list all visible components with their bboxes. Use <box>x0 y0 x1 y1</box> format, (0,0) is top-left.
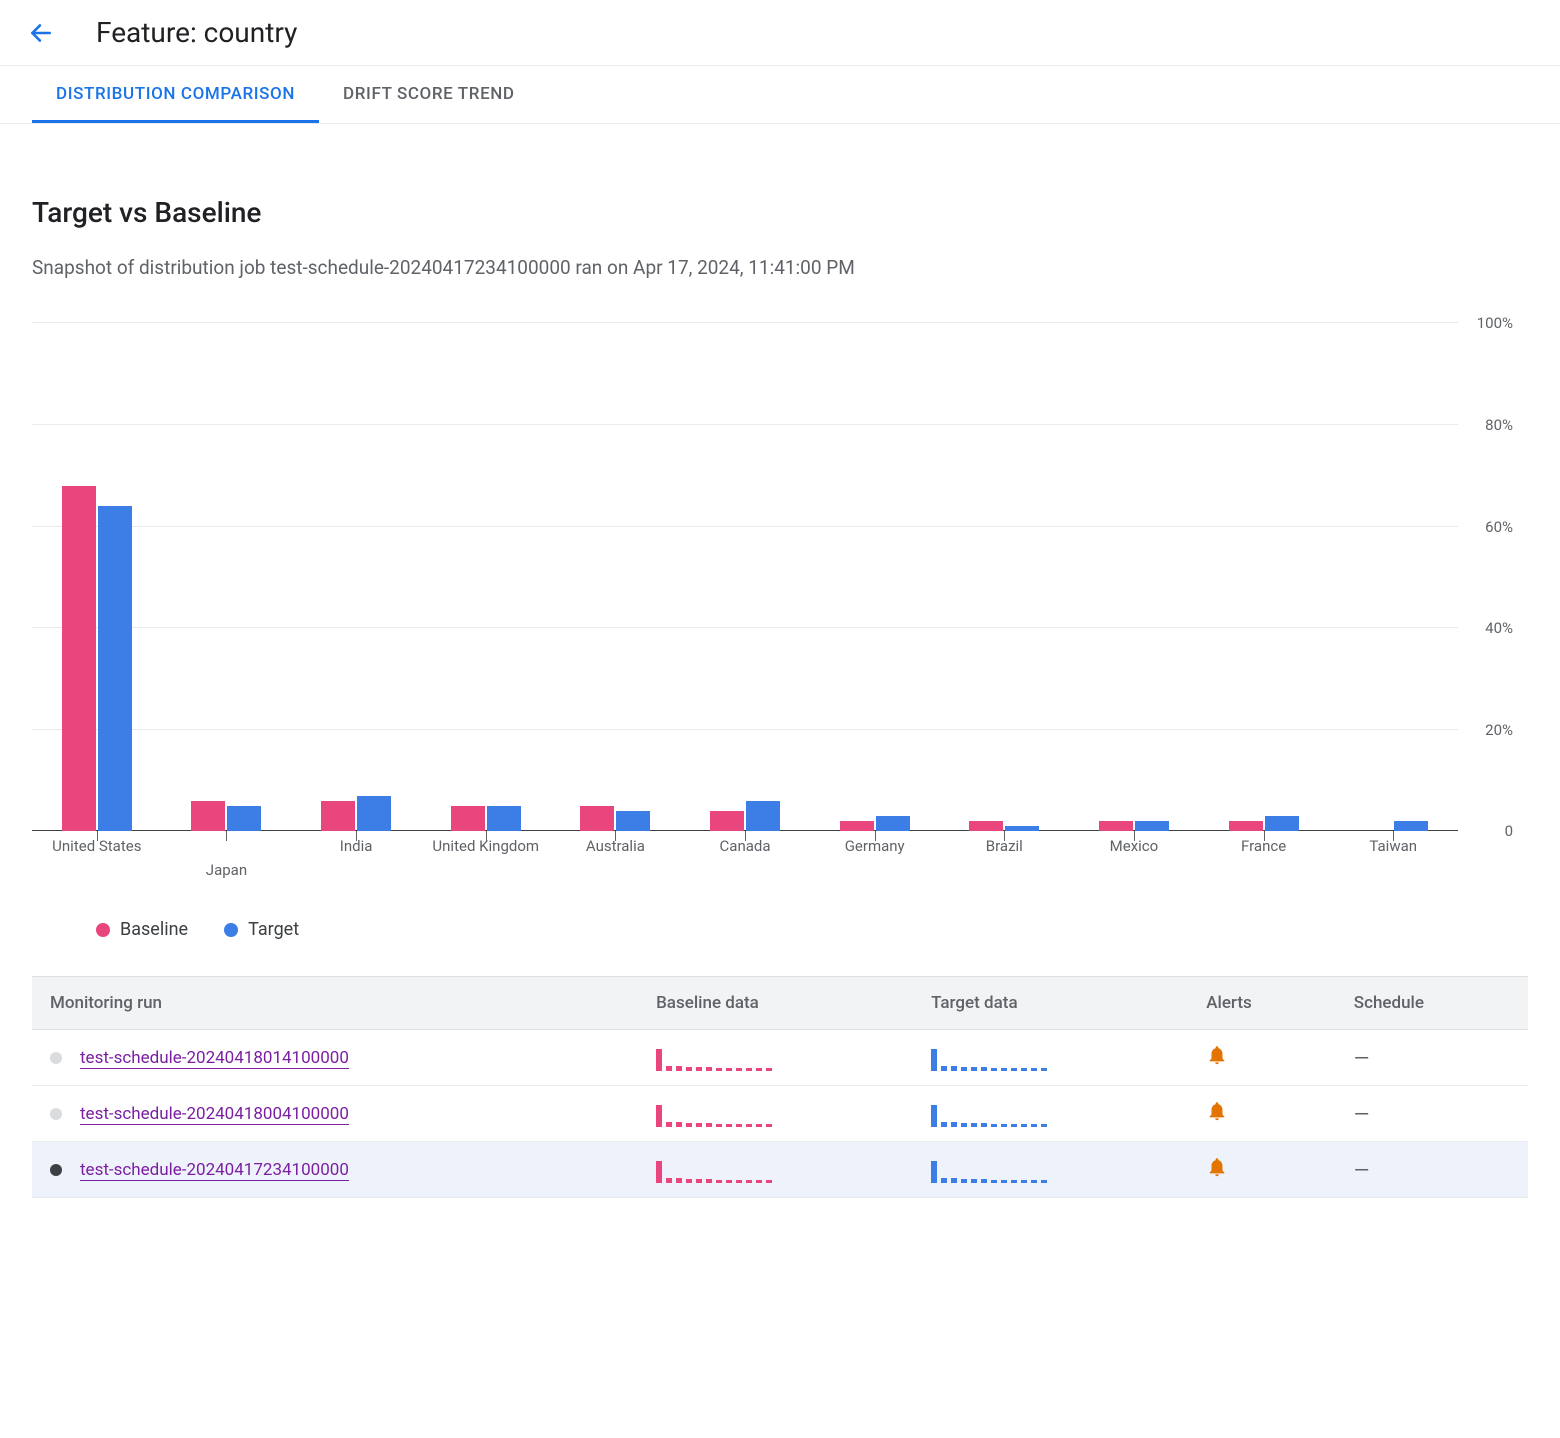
target-bar <box>1265 816 1299 831</box>
row-status-dot-icon <box>50 1164 62 1176</box>
target-bar <box>357 796 391 832</box>
bar-group <box>162 323 292 831</box>
table-row[interactable]: test-schedule-20240417234100000 — <box>32 1142 1528 1198</box>
page-title: Feature: country <box>96 16 297 49</box>
legend-target: Target <box>224 919 299 940</box>
target-bar <box>616 811 650 831</box>
legend-target-label: Target <box>248 919 299 940</box>
baseline-bar <box>1229 821 1263 831</box>
bar-group <box>551 323 681 831</box>
row-status-dot-icon <box>50 1052 62 1064</box>
x-axis-label: Mexico <box>1069 837 1199 855</box>
x-axis-label: Brazil <box>939 837 1069 855</box>
bar-group <box>1328 323 1458 831</box>
col-baseline-data[interactable]: Baseline data <box>638 977 913 1030</box>
target-bar <box>746 801 780 831</box>
tabs: DISTRIBUTION COMPARISON DRIFT SCORE TREN… <box>0 66 1560 124</box>
x-axis-label: United States <box>32 837 162 855</box>
col-target-data[interactable]: Target data <box>913 977 1188 1030</box>
table-row[interactable]: test-schedule-20240418014100000 — <box>32 1030 1528 1086</box>
target-bar <box>487 806 521 831</box>
baseline-bar <box>191 801 225 831</box>
schedule-value: — <box>1354 1046 1370 1070</box>
section-title: Target vs Baseline <box>32 196 1528 229</box>
col-schedule[interactable]: Schedule <box>1336 977 1528 1030</box>
x-axis-label: Canada <box>680 837 810 855</box>
x-axis-label: Germany <box>810 837 940 855</box>
baseline-sparkline-icon <box>656 1101 895 1127</box>
alert-bell-icon[interactable] <box>1206 1051 1228 1071</box>
run-link[interactable]: test-schedule-20240418004100000 <box>80 1104 349 1125</box>
legend-baseline: Baseline <box>96 919 188 940</box>
y-axis-label: 20% <box>1485 721 1513 739</box>
y-axis-label: 60% <box>1485 518 1513 536</box>
target-sparkline-icon <box>931 1157 1170 1183</box>
legend-dot-baseline-icon <box>96 923 110 937</box>
bar-group <box>680 323 810 831</box>
baseline-sparkline-icon <box>656 1157 895 1183</box>
monitoring-runs-table: Monitoring run Baseline data Target data… <box>32 976 1528 1198</box>
bar-group <box>1199 323 1329 831</box>
y-axis-label: 40% <box>1485 619 1513 637</box>
target-bar <box>227 806 261 831</box>
col-alerts[interactable]: Alerts <box>1188 977 1336 1030</box>
baseline-sparkline-icon <box>656 1045 895 1071</box>
baseline-bar <box>840 821 874 831</box>
run-link[interactable]: test-schedule-20240418014100000 <box>80 1048 349 1069</box>
baseline-bar <box>321 801 355 831</box>
x-axis-label: Taiwan <box>1328 837 1458 855</box>
target-bar <box>876 816 910 831</box>
y-axis-label: 0 <box>1505 822 1513 840</box>
col-monitoring-run[interactable]: Monitoring run <box>32 977 638 1030</box>
target-bar <box>1005 826 1039 831</box>
target-sparkline-icon <box>931 1101 1170 1127</box>
target-sparkline-icon <box>931 1045 1170 1071</box>
baseline-bar <box>969 821 1003 831</box>
x-axis-label: India <box>291 837 421 855</box>
x-axis-label: Australia <box>551 837 681 855</box>
target-bar <box>1135 821 1169 831</box>
row-status-dot-icon <box>50 1108 62 1120</box>
tab-drift-score-trend[interactable]: DRIFT SCORE TREND <box>319 66 539 123</box>
target-bar <box>1394 821 1428 831</box>
bar-group <box>291 323 421 831</box>
tab-distribution-comparison[interactable]: DISTRIBUTION COMPARISON <box>32 66 319 123</box>
table-row[interactable]: test-schedule-20240418004100000 — <box>32 1086 1528 1142</box>
legend-baseline-label: Baseline <box>120 919 188 940</box>
baseline-bar <box>580 806 614 831</box>
alert-bell-icon[interactable] <box>1206 1163 1228 1183</box>
back-arrow-icon[interactable] <box>28 20 54 46</box>
bar-group <box>32 323 162 831</box>
y-axis-label: 80% <box>1485 416 1513 434</box>
x-axis-label: United Kingdom <box>421 837 551 855</box>
schedule-value: — <box>1354 1158 1370 1182</box>
target-bar <box>98 506 132 831</box>
baseline-bar <box>62 486 96 831</box>
schedule-value: — <box>1354 1102 1370 1126</box>
baseline-bar <box>710 811 744 831</box>
baseline-bar <box>1099 821 1133 831</box>
section-subtitle: Snapshot of distribution job test-schedu… <box>32 253 1012 283</box>
x-axis-label: Japan <box>162 861 292 879</box>
bar-chart: 020%40%60%80%100% United StatesJapanIndi… <box>32 323 1528 855</box>
y-axis-label: 100% <box>1477 314 1513 332</box>
bar-group <box>1069 323 1199 831</box>
run-link[interactable]: test-schedule-20240417234100000 <box>80 1160 349 1181</box>
bar-group <box>421 323 551 831</box>
x-axis-label: France <box>1199 837 1329 855</box>
bar-group <box>939 323 1069 831</box>
legend-dot-target-icon <box>224 923 238 937</box>
baseline-bar <box>451 806 485 831</box>
bar-group <box>810 323 940 831</box>
alert-bell-icon[interactable] <box>1206 1107 1228 1127</box>
